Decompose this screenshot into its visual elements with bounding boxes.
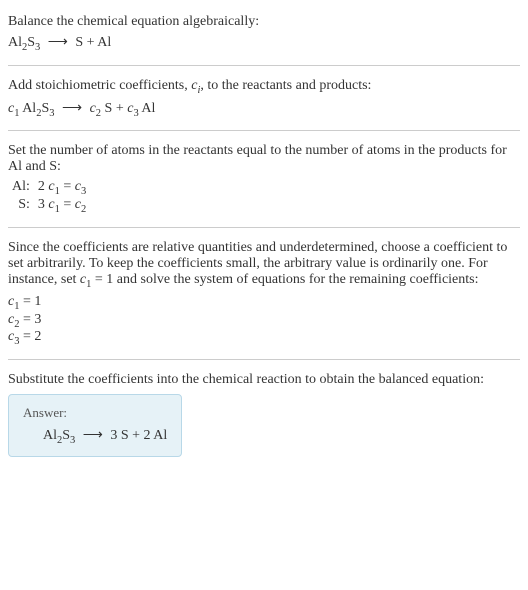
substitute-section: Substitute the coefficients into the che… bbox=[8, 364, 520, 465]
divider bbox=[8, 227, 520, 228]
atom-label: Al: bbox=[8, 179, 34, 197]
divider bbox=[8, 359, 520, 360]
atom-balance-section: Set the number of atoms in the reactants… bbox=[8, 135, 520, 223]
atom-balance-row: Al: 2 c1 = c3 bbox=[8, 179, 90, 197]
unbalanced-equation: Al2S3 ⟶ S + Al bbox=[8, 34, 520, 53]
add-coefficients-section: Add stoichiometric coefficients, ci, to … bbox=[8, 70, 520, 127]
solution-line: c2 = 3 bbox=[8, 312, 520, 330]
instruction-section: Balance the chemical equation algebraica… bbox=[8, 6, 520, 61]
solutions-list: c1 = 1 c2 = 3 c3 = 2 bbox=[8, 294, 520, 347]
answer-label: Answer: bbox=[23, 405, 167, 421]
substitute-text: Substitute the coefficients into the che… bbox=[8, 372, 520, 388]
atom-equation: 3 c1 = c2 bbox=[34, 197, 90, 215]
coefficients-equation: c1 Al2S3 ⟶ c2 S + c3 Al bbox=[8, 100, 520, 119]
instruction-text: Balance the chemical equation algebraica… bbox=[8, 14, 520, 30]
answer-box: Answer: Al2S3 ⟶ 3 S + 2 Al bbox=[8, 394, 182, 457]
atom-balance-row: S: 3 c1 = c2 bbox=[8, 197, 90, 215]
divider bbox=[8, 130, 520, 131]
answer-equation: Al2S3 ⟶ 3 S + 2 Al bbox=[23, 427, 167, 446]
solution-line: c1 = 1 bbox=[8, 294, 520, 312]
atom-balance-text: Set the number of atoms in the reactants… bbox=[8, 143, 520, 175]
atom-label: S: bbox=[8, 197, 34, 215]
atom-equation: 2 c1 = c3 bbox=[34, 179, 90, 197]
add-coefficients-text: Add stoichiometric coefficients, ci, to … bbox=[8, 78, 520, 96]
solve-text: Since the coefficients are relative quan… bbox=[8, 240, 520, 290]
atom-balance-table: Al: 2 c1 = c3 S: 3 c1 = c2 bbox=[8, 179, 90, 215]
solution-line: c3 = 2 bbox=[8, 329, 520, 347]
divider bbox=[8, 65, 520, 66]
solve-section: Since the coefficients are relative quan… bbox=[8, 232, 520, 355]
